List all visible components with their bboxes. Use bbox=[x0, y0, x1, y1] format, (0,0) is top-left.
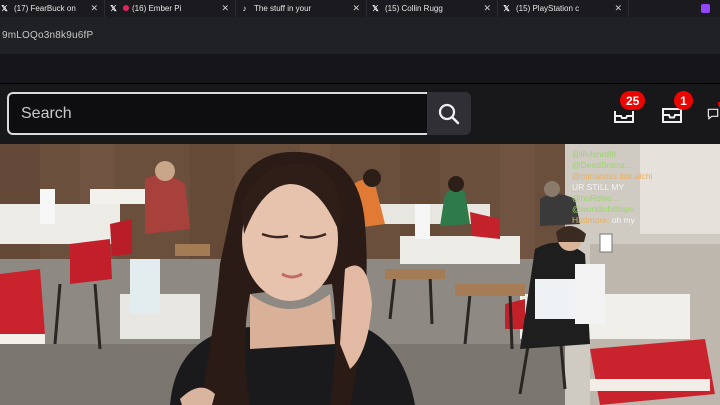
chat-message: @hoRdwo ... bbox=[572, 193, 622, 203]
search-bar bbox=[7, 92, 471, 135]
browser-tab-2[interactable]: 𝕏 (16) Ember Pi ✕ bbox=[105, 0, 236, 17]
address-bar[interactable]: 9mLOQo3n8k9u6fP bbox=[0, 17, 720, 54]
search-input[interactable] bbox=[7, 92, 427, 135]
twitch-favicon-icon bbox=[700, 4, 710, 13]
x-logo-icon: 𝕏 bbox=[1, 4, 8, 13]
search-button[interactable] bbox=[427, 92, 471, 135]
prime-count-badge: 25 bbox=[620, 91, 646, 110]
tab-title: (15) Collin Rugg bbox=[385, 4, 443, 13]
close-icon[interactable]: ✕ bbox=[352, 3, 360, 14]
close-icon[interactable]: ✕ bbox=[221, 3, 229, 14]
chat-message: @lilvlshrdfh bbox=[572, 149, 617, 159]
tab-title: The stuff in your bbox=[254, 4, 312, 13]
notifications-button[interactable]: 1 bbox=[660, 91, 693, 126]
tab-title: (15) PlayStation c bbox=[516, 4, 580, 13]
prime-loot-button[interactable]: 25 bbox=[612, 91, 646, 126]
x-logo-icon: 𝕏 bbox=[110, 4, 117, 13]
browser-tab-6[interactable] bbox=[690, 0, 720, 17]
notifications-count-badge: 1 bbox=[674, 91, 693, 110]
whispers-button[interactable] bbox=[706, 102, 720, 126]
browser-tab-3[interactable]: ♪ The stuff in your ✕ bbox=[236, 0, 367, 17]
live-dot-icon bbox=[123, 5, 129, 11]
video-player[interactable]: @lilvlshrdfh @DeadBrainz... @minanoss it… bbox=[0, 144, 720, 405]
tiktok-icon: ♪ bbox=[242, 4, 247, 13]
close-icon[interactable]: ✕ bbox=[614, 3, 622, 14]
search-icon bbox=[438, 103, 460, 124]
chat-message: UR STILL MY bbox=[572, 182, 625, 192]
close-icon[interactable]: ✕ bbox=[483, 3, 491, 14]
chat-message: @minanoss itsk atchi bbox=[572, 171, 653, 181]
x-logo-icon: 𝕏 bbox=[372, 4, 379, 13]
tab-title: (16) Ember Pi bbox=[123, 4, 217, 13]
chat-message: @worldinbilltops bbox=[572, 204, 635, 214]
chat-message: Hattmore: oh my bbox=[572, 215, 635, 225]
browser-tab-strip: 𝕏 (17) FearBuck on ✕ 𝕏 (16) Ember Pi ✕ ♪… bbox=[0, 0, 720, 17]
browser-toolbar-strip bbox=[0, 54, 720, 84]
url-text[interactable]: 9mLOQo3n8k9u6fP bbox=[2, 30, 93, 41]
tab-title: (17) FearBuck on bbox=[14, 4, 76, 13]
browser-tab-1[interactable]: 𝕏 (17) FearBuck on ✕ bbox=[0, 0, 105, 17]
site-header: 25 1 bbox=[0, 84, 720, 144]
chat-overlay: @lilvlshrdfh @DeadBrainz... @minanoss it… bbox=[572, 149, 712, 226]
browser-tab-5[interactable]: 𝕏 (15) PlayStation c ✕ bbox=[498, 0, 629, 17]
close-icon[interactable]: ✕ bbox=[90, 3, 98, 14]
x-logo-icon: 𝕏 bbox=[503, 4, 510, 13]
browser-tab-4[interactable]: 𝕏 (15) Collin Rugg ✕ bbox=[367, 0, 498, 17]
chat-message: @DeadBrainz... bbox=[572, 160, 633, 170]
